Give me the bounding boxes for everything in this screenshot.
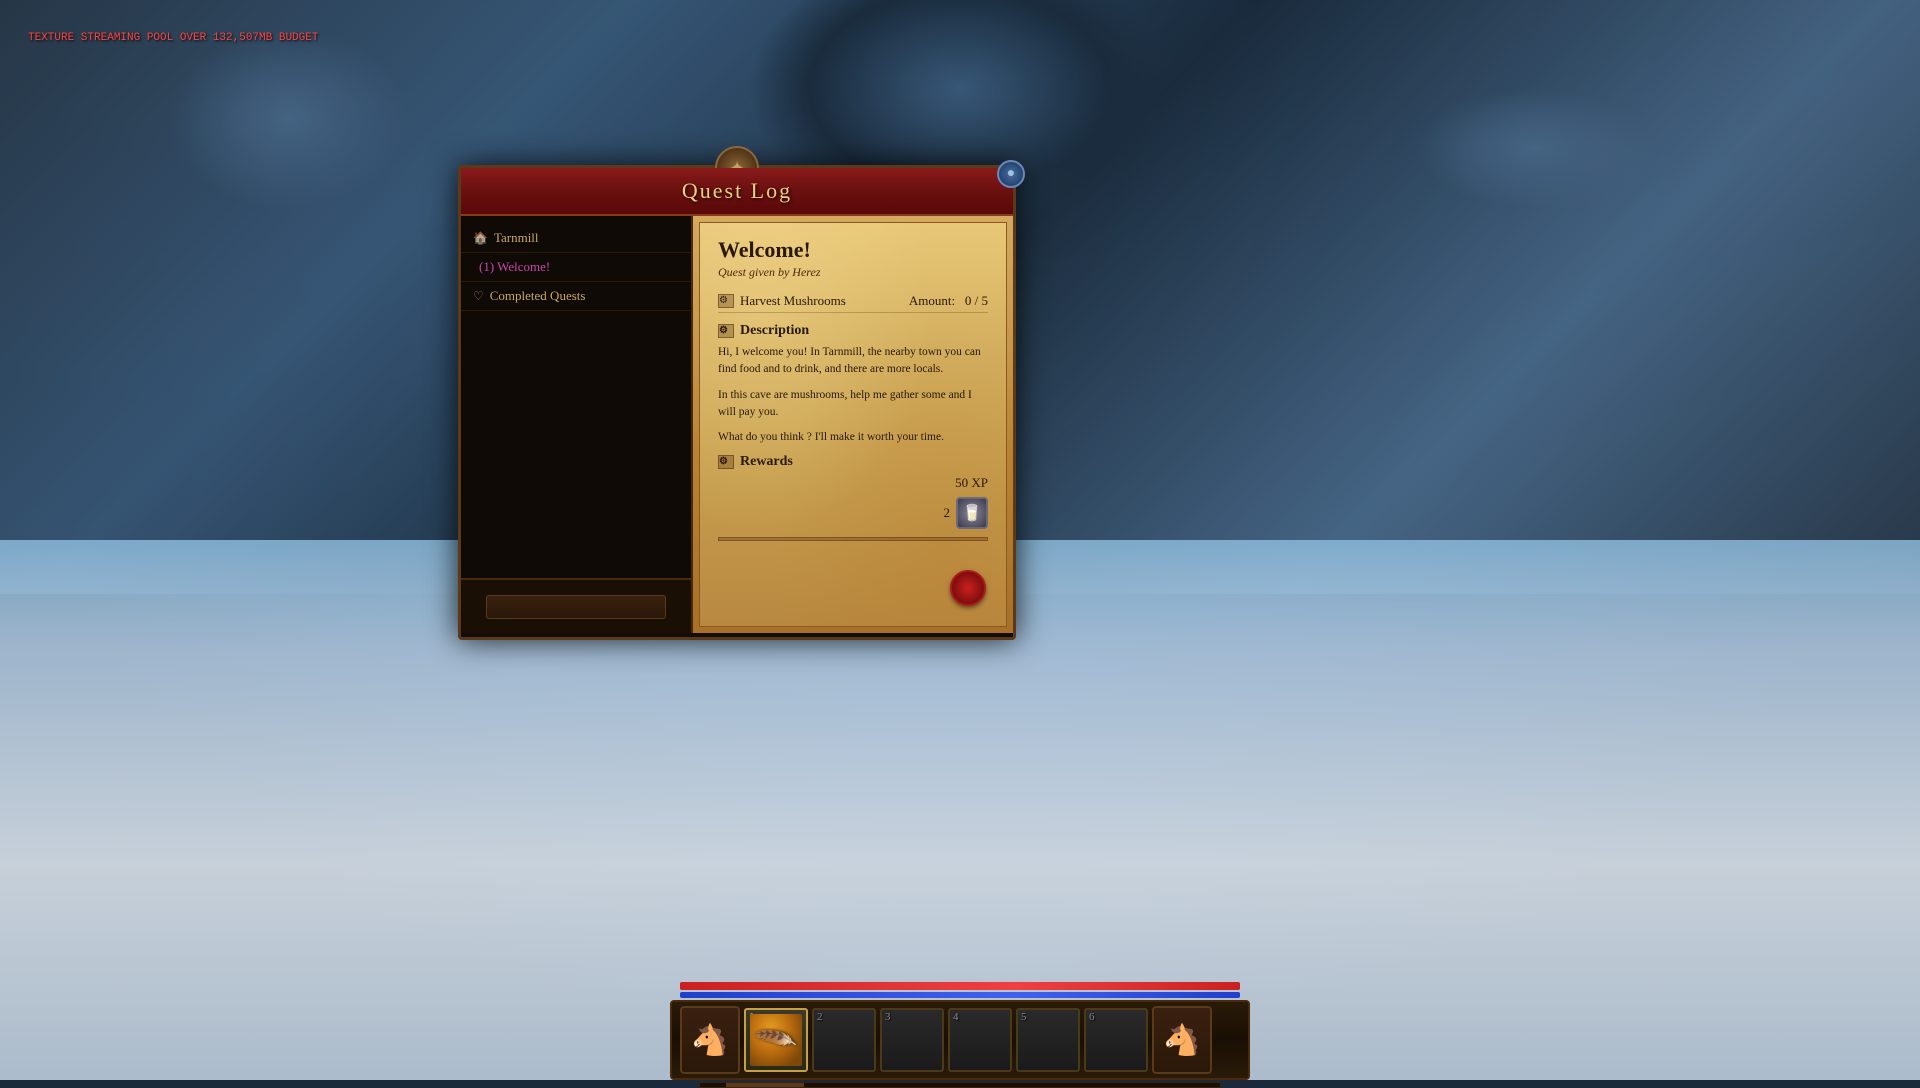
reward-item-count: 2: [944, 505, 951, 521]
hotbar-slot-3[interactable]: 3: [880, 1008, 944, 1072]
window-content: 🏠 Tarnmill (1) Welcome! ♡ Completed Ques…: [461, 216, 1013, 633]
hotbar-slot-1[interactable]: 1 🪶: [744, 1008, 808, 1072]
quest-description-text1: Hi, I welcome you! In Tarnmill, the near…: [718, 344, 988, 379]
objective-icon: ⚙: [718, 294, 734, 308]
hotbar-decoration-left: 🐴: [680, 1006, 740, 1074]
rewards-header-label: Rewards: [740, 454, 793, 470]
reward-item-icon: 🥛: [962, 503, 982, 523]
bottom-bar-decoration: [486, 595, 666, 619]
slot-number-6: 6: [1086, 1010, 1098, 1024]
quest-window: ✦ Quest Log ● 🏠 Tarnmill (1) Welcome!: [458, 165, 1016, 640]
quest-item-welcome[interactable]: (1) Welcome!: [461, 253, 691, 282]
quest-list-panel: 🏠 Tarnmill (1) Welcome! ♡ Completed Ques…: [461, 216, 693, 633]
health-bar: [680, 982, 1240, 990]
quest-item-completed[interactable]: ♡ Completed Quests: [461, 282, 691, 311]
slot-number-4: 4: [950, 1010, 962, 1024]
hotbar: 🐴 1 🪶 2 3 4 5 6 🐴: [670, 982, 1250, 1080]
objective-left: ⚙ Harvest Mushrooms: [718, 293, 846, 309]
title-bar: Quest Log ●: [461, 168, 1013, 216]
amount-label: Amount:: [909, 293, 955, 308]
description-header-label: Description: [740, 323, 809, 339]
quest-item-label-completed: Completed Quests: [490, 288, 586, 304]
objective-label: Harvest Mushrooms: [740, 293, 846, 309]
rewards-section: ⚙ Rewards 50 XP 2 🥛: [718, 454, 988, 541]
window-title: Quest Log: [481, 178, 993, 204]
rewards-icon: ⚙: [718, 455, 734, 469]
slot-number-2: 2: [814, 1010, 826, 1024]
amount-value: 0 / 5: [965, 293, 988, 308]
hotbar-scroll-thumb: [726, 1083, 804, 1087]
parchment: Welcome! Quest given by Herez ⚙ Harvest …: [699, 222, 1007, 627]
quest-description-text2: In this cave are mushrooms, help me gath…: [718, 387, 988, 422]
resource-bars: [670, 982, 1250, 998]
hotbar-slot-5[interactable]: 5: [1016, 1008, 1080, 1072]
hotbar-slot-6[interactable]: 6: [1084, 1008, 1148, 1072]
slot-number-3: 3: [882, 1010, 894, 1024]
mana-bar: [680, 992, 1240, 998]
quest-description-text3: What do you think ? I'll make it worth y…: [718, 429, 988, 446]
objective-amount: Amount: 0 / 5: [909, 293, 988, 309]
progress-bar-bg: [718, 537, 988, 541]
quest-item-label-welcome: (1) Welcome!: [479, 259, 550, 275]
debug-text: TEXTURE STREAMING POOL OVER 132,507MB BU…: [28, 32, 318, 44]
rewards-header: ⚙ Rewards: [718, 454, 988, 470]
desc-icon: ⚙: [718, 324, 734, 338]
hotbar-left-icon: 🐴: [691, 1023, 728, 1058]
slot-number-5: 5: [1018, 1010, 1030, 1024]
reward-item-icon-box: 🥛: [956, 497, 988, 529]
quest-detail-panel: Welcome! Quest given by Herez ⚙ Harvest …: [693, 216, 1013, 633]
completed-icon: ♡: [473, 289, 484, 304]
description-header: ⚙ Description: [718, 323, 988, 339]
quest-item-label-tarnmill: Tarnmill: [494, 230, 539, 246]
quest-title: Welcome!: [718, 237, 988, 263]
close-icon: ●: [1007, 166, 1015, 182]
item-feather-icon: 🪶: [740, 1004, 811, 1075]
hotbar-slots-container: 🐴 1 🪶 2 3 4 5 6 🐴: [670, 1000, 1250, 1080]
hotbar-right-icon: 🐴: [1163, 1023, 1200, 1058]
hotbar-slot-4[interactable]: 4: [948, 1008, 1012, 1072]
quest-giver: Quest given by Herez: [718, 265, 988, 280]
hotbar-scrollbar[interactable]: [699, 1082, 1221, 1088]
quest-list-bottom: [461, 578, 691, 633]
hotbar-decoration-right: 🐴: [1152, 1006, 1212, 1074]
slot-item-1: 🪶: [750, 1014, 802, 1066]
reward-xp: 50 XP: [718, 475, 988, 491]
tarnmill-icon: 🏠: [473, 231, 488, 246]
close-button[interactable]: ●: [997, 160, 1025, 188]
quest-list-scroll[interactable]: 🏠 Tarnmill (1) Welcome! ♡ Completed Ques…: [461, 216, 691, 578]
progress-bar-area: [718, 537, 988, 541]
hotbar-slot-2[interactable]: 2: [812, 1008, 876, 1072]
wax-seal: [950, 570, 986, 606]
quest-objective-row: ⚙ Harvest Mushrooms Amount: 0 / 5: [718, 290, 988, 313]
quest-item-tarnmill[interactable]: 🏠 Tarnmill: [461, 224, 691, 253]
reward-item-row: 2 🥛: [718, 497, 988, 529]
